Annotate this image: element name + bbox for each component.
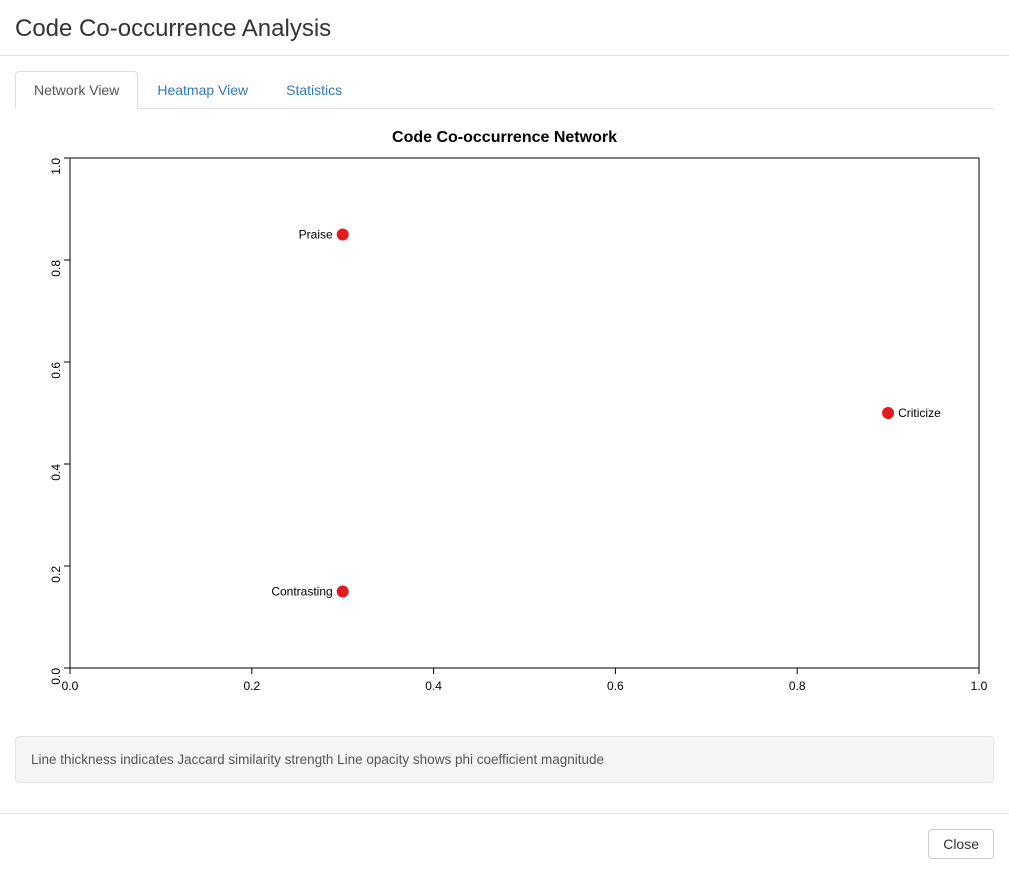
caption-well: Line thickness indicates Jaccard similar… (15, 736, 994, 783)
svg-text:0.6: 0.6 (49, 362, 63, 379)
svg-text:0.0: 0.0 (62, 679, 79, 693)
modal-title: Code Co-occurrence Analysis (15, 15, 994, 43)
tab-label: Statistics (267, 71, 361, 109)
modal-body: Network View Heatmap View Statistics Cod… (0, 56, 1009, 798)
svg-text:0.8: 0.8 (789, 679, 806, 693)
tab-statistics[interactable]: Statistics (267, 71, 361, 109)
tab-heatmap-view[interactable]: Heatmap View (138, 71, 267, 109)
svg-text:1.0: 1.0 (49, 158, 63, 175)
chart-title: Code Co-occurrence Network (15, 129, 994, 147)
close-button[interactable]: Close (928, 829, 994, 859)
svg-text:0.8: 0.8 (49, 260, 63, 277)
svg-text:Criticize: Criticize (898, 406, 941, 420)
svg-text:0.6: 0.6 (607, 679, 624, 693)
svg-text:0.0: 0.0 (49, 668, 63, 685)
tab-label: Network View (15, 71, 138, 109)
modal-container: Code Co-occurrence Analysis Network View… (0, 0, 1009, 874)
network-plot: 0.0 0.2 0.4 0.6 0.8 1.0 0.0 0.2 0.4 0.6 0.8 1.0 Prai… (15, 153, 994, 713)
svg-text:Praise: Praise (299, 228, 333, 242)
tab-pane-network: Code Co-occurrence Network 0.00.20.40.60… (15, 109, 994, 783)
svg-text:0.2: 0.2 (49, 566, 63, 583)
modal-header: Code Co-occurrence Analysis (0, 0, 1009, 55)
svg-text:0.4: 0.4 (425, 679, 442, 693)
svg-text:0.2: 0.2 (243, 679, 260, 693)
tab-label: Heatmap View (138, 71, 267, 109)
svg-text:1.0: 1.0 (971, 679, 988, 693)
tab-nav: Network View Heatmap View Statistics (15, 71, 994, 109)
modal-footer: Close (0, 814, 1009, 874)
svg-text:Contrasting: Contrasting (271, 585, 332, 599)
network-plot-wrap: Code Co-occurrence Network 0.00.20.40.60… (15, 129, 994, 716)
tab-network-view[interactable]: Network View (15, 71, 138, 109)
caption-text: Line thickness indicates Jaccard similar… (31, 752, 604, 767)
svg-text:0.4: 0.4 (49, 464, 63, 481)
